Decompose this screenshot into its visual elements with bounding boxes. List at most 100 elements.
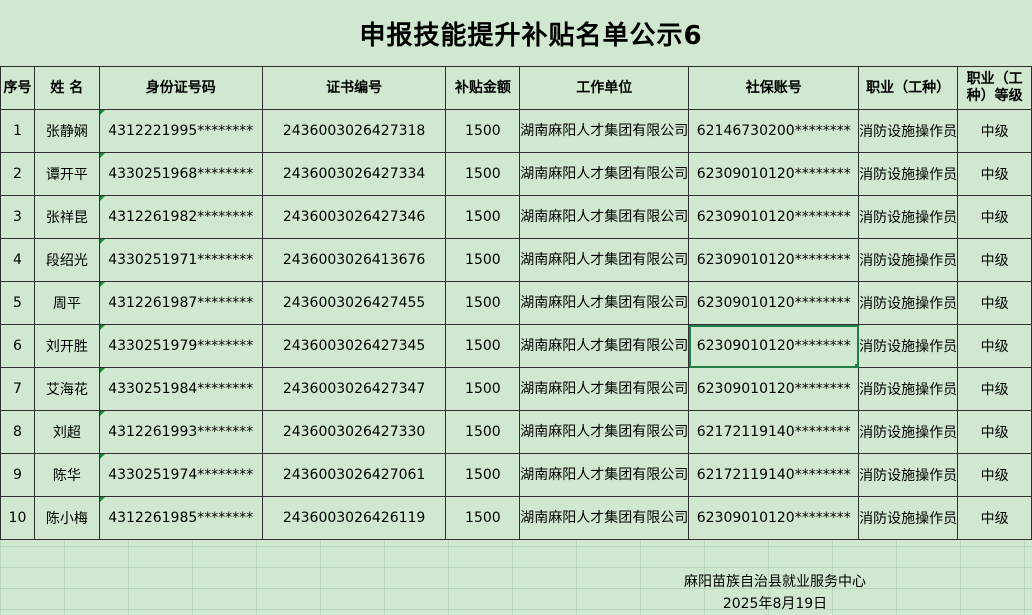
- cell-id-number[interactable]: 4312221995********: [98, 109, 263, 153]
- cell-unit[interactable]: 湖南麻阳人才集团有限公司: [519, 109, 690, 153]
- cell-certificate[interactable]: 2436003026427346: [261, 195, 447, 239]
- cell-level[interactable]: 中级: [957, 453, 1032, 497]
- cell-subsidy[interactable]: 1500: [445, 453, 521, 497]
- cell-name[interactable]: 艾海花: [33, 367, 100, 411]
- cell-name[interactable]: 陈华: [33, 453, 100, 497]
- cell-occupation[interactable]: 消防设施操作员: [858, 367, 959, 411]
- cell-name[interactable]: 周平: [33, 281, 100, 325]
- cell-subsidy[interactable]: 1500: [445, 152, 521, 196]
- cell-social-security[interactable]: 62146730200********: [688, 109, 860, 153]
- cell-occupation[interactable]: 消防设施操作员: [858, 453, 959, 497]
- cell-level[interactable]: 中级: [957, 324, 1032, 368]
- cell-social-security[interactable]: 62172119140********: [688, 453, 860, 497]
- cell-social-security[interactable]: 62309010120********: [688, 281, 860, 325]
- cell-unit[interactable]: 湖南麻阳人才集团有限公司: [519, 496, 690, 540]
- header-index[interactable]: 序号: [0, 66, 35, 110]
- cell-subsidy[interactable]: 1500: [445, 195, 521, 239]
- footer-date[interactable]: 2025年8月19日: [625, 595, 925, 613]
- cell-subsidy[interactable]: 1500: [445, 496, 521, 540]
- header-unit[interactable]: 工作单位: [519, 66, 690, 110]
- cell-level[interactable]: 中级: [957, 281, 1032, 325]
- cell-subsidy[interactable]: 1500: [445, 281, 521, 325]
- cell-id-number[interactable]: 4330251974********: [98, 453, 263, 497]
- cell-occupation[interactable]: 消防设施操作员: [858, 195, 959, 239]
- cell-certificate[interactable]: 2436003026427330: [261, 410, 447, 454]
- cell-name[interactable]: 陈小梅: [33, 496, 100, 540]
- cell-subsidy[interactable]: 1500: [445, 324, 521, 368]
- cell-id-number[interactable]: 4330251984********: [98, 367, 263, 411]
- header-social-security[interactable]: 社保账号: [688, 66, 860, 110]
- cell-id-number[interactable]: 4330251971********: [98, 238, 263, 282]
- cell-id-number[interactable]: 4312261982********: [98, 195, 263, 239]
- cell-level[interactable]: 中级: [957, 152, 1032, 196]
- cell-certificate[interactable]: 2436003026427061: [261, 453, 447, 497]
- cell-subsidy[interactable]: 1500: [445, 109, 521, 153]
- cell-name[interactable]: 段绍光: [33, 238, 100, 282]
- cell-index[interactable]: 4: [0, 238, 35, 282]
- cell-index[interactable]: 1: [0, 109, 35, 153]
- cell-level[interactable]: 中级: [957, 238, 1032, 282]
- cell-occupation[interactable]: 消防设施操作员: [858, 238, 959, 282]
- cell-unit[interactable]: 湖南麻阳人才集团有限公司: [519, 324, 690, 368]
- header-name[interactable]: 姓 名: [33, 66, 100, 110]
- cell-level[interactable]: 中级: [957, 496, 1032, 540]
- cell-unit[interactable]: 湖南麻阳人才集团有限公司: [519, 453, 690, 497]
- cell-id-number[interactable]: 4312261985********: [98, 496, 263, 540]
- cell-level[interactable]: 中级: [957, 195, 1032, 239]
- cell-certificate[interactable]: 2436003026427318: [261, 109, 447, 153]
- cell-occupation[interactable]: 消防设施操作员: [858, 152, 959, 196]
- cell-unit[interactable]: 湖南麻阳人才集团有限公司: [519, 281, 690, 325]
- cell-level[interactable]: 中级: [957, 410, 1032, 454]
- selected-cell[interactable]: 62309010120********: [688, 324, 860, 368]
- cell-index[interactable]: 10: [0, 496, 35, 540]
- cell-unit[interactable]: 湖南麻阳人才集团有限公司: [519, 367, 690, 411]
- cell-index[interactable]: 6: [0, 324, 35, 368]
- cell-id-number[interactable]: 4330251968********: [98, 152, 263, 196]
- title-row[interactable]: 申报技能提升补贴名单公示6: [0, 0, 1032, 66]
- cell-unit[interactable]: 湖南麻阳人才集团有限公司: [519, 410, 690, 454]
- cell-occupation[interactable]: 消防设施操作员: [858, 496, 959, 540]
- cell-name[interactable]: 刘超: [33, 410, 100, 454]
- cell-certificate[interactable]: 2436003026427455: [261, 281, 447, 325]
- header-id-number[interactable]: 身份证号码: [98, 66, 263, 110]
- cell-social-security[interactable]: 62309010120********: [688, 152, 860, 196]
- cell-certificate[interactable]: 2436003026427345: [261, 324, 447, 368]
- cell-occupation[interactable]: 消防设施操作员: [858, 281, 959, 325]
- cell-occupation[interactable]: 消防设施操作员: [858, 324, 959, 368]
- cell-level[interactable]: 中级: [957, 109, 1032, 153]
- cell-id-number[interactable]: 4330251979********: [98, 324, 263, 368]
- cell-social-security[interactable]: 62309010120********: [688, 496, 860, 540]
- cell-id-number[interactable]: 4312261987********: [98, 281, 263, 325]
- cell-index[interactable]: 3: [0, 195, 35, 239]
- cell-occupation[interactable]: 消防设施操作员: [858, 410, 959, 454]
- footer-organization[interactable]: 麻阳苗族自治县就业服务中心: [625, 573, 925, 591]
- header-certificate[interactable]: 证书编号: [261, 66, 447, 110]
- cell-unit[interactable]: 湖南麻阳人才集团有限公司: [519, 152, 690, 196]
- header-level[interactable]: 职业（工种）等级: [957, 66, 1032, 110]
- cell-social-security[interactable]: 62172119140********: [688, 410, 860, 454]
- cell-subsidy[interactable]: 1500: [445, 410, 521, 454]
- cell-social-security[interactable]: 62309010120********: [688, 195, 860, 239]
- cell-certificate[interactable]: 2436003026426119: [261, 496, 447, 540]
- cell-subsidy[interactable]: 1500: [445, 238, 521, 282]
- cell-name[interactable]: 刘开胜: [33, 324, 100, 368]
- cell-id-number[interactable]: 4312261993********: [98, 410, 263, 454]
- cell-subsidy[interactable]: 1500: [445, 367, 521, 411]
- cell-index[interactable]: 7: [0, 367, 35, 411]
- cell-name[interactable]: 张祥昆: [33, 195, 100, 239]
- cell-index[interactable]: 8: [0, 410, 35, 454]
- cell-index[interactable]: 5: [0, 281, 35, 325]
- cell-social-security[interactable]: 62309010120********: [688, 367, 860, 411]
- cell-unit[interactable]: 湖南麻阳人才集团有限公司: [519, 195, 690, 239]
- header-occupation[interactable]: 职业（工种）: [858, 66, 959, 110]
- cell-name[interactable]: 张静娴: [33, 109, 100, 153]
- cell-certificate[interactable]: 2436003026427334: [261, 152, 447, 196]
- cell-index[interactable]: 2: [0, 152, 35, 196]
- cell-index[interactable]: 9: [0, 453, 35, 497]
- cell-social-security[interactable]: 62309010120********: [688, 238, 860, 282]
- header-subsidy[interactable]: 补贴金额: [445, 66, 521, 110]
- cell-certificate[interactable]: 2436003026413676: [261, 238, 447, 282]
- cell-level[interactable]: 中级: [957, 367, 1032, 411]
- cell-unit[interactable]: 湖南麻阳人才集团有限公司: [519, 238, 690, 282]
- cell-name[interactable]: 谭开平: [33, 152, 100, 196]
